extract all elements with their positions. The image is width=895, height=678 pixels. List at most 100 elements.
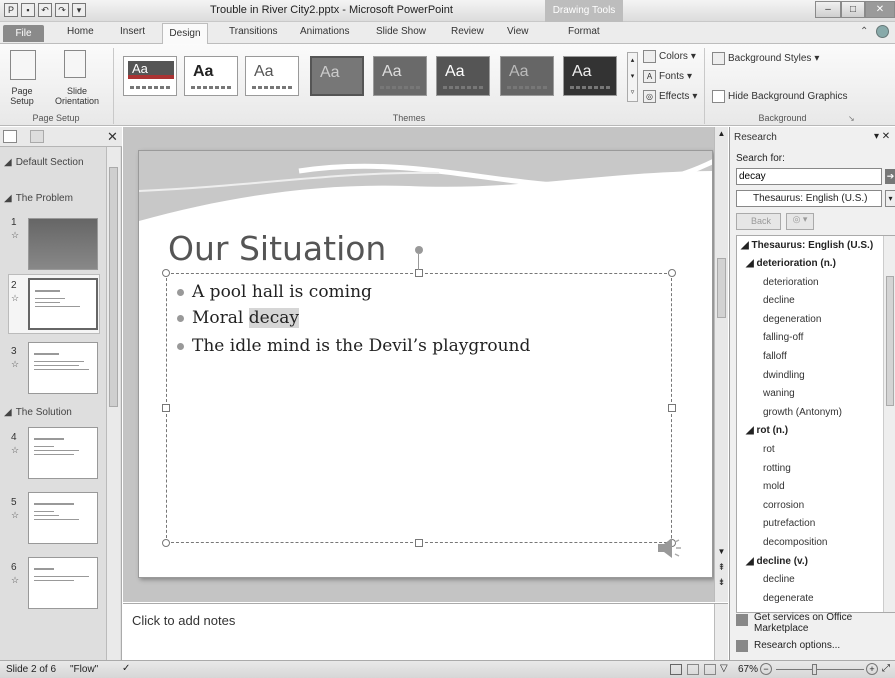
zoom-level[interactable]: 67% [738,664,758,675]
slide-thumbnail-4[interactable] [28,427,98,479]
results-header[interactable]: ◢ Thesaurus: English (U.S.) [741,240,873,251]
slide-orientation-button[interactable]: Slide Orientation [44,86,110,106]
next-slide-icon[interactable]: ⇟ [715,577,728,588]
page-setup-button[interactable]: Page Setup [0,86,44,106]
section-the-solution[interactable]: ◢ The Solution [4,407,72,418]
dialog-launcher-icon[interactable]: ↘ [848,114,855,123]
zoom-slider-thumb[interactable] [812,664,817,675]
result-group-header[interactable]: ◢ deterioration (n.) [746,258,836,269]
slide-scrollbar[interactable]: ▲ ▼ ⇞ ⇟ [714,127,728,602]
result-item[interactable]: growth (Antonym) [763,407,842,418]
theme-8[interactable]: Aa [563,56,617,96]
result-item[interactable]: rot [763,444,775,455]
result-item[interactable]: corrosion [763,500,804,511]
tab-slide-show[interactable]: Slide Show [372,26,430,37]
highlighted-word[interactable]: decay [248,308,299,328]
zoom-slider[interactable] [776,669,864,670]
slides-panel-scrollbar[interactable] [106,147,120,660]
colors-button[interactable]: Colors ▾ [643,50,696,63]
notes-placeholder[interactable]: Click to add notes [132,613,235,628]
chevron-down-icon[interactable]: ▾ [885,190,895,207]
slide-thumbnail-1[interactable] [28,218,98,270]
hide-background-graphics-checkbox[interactable]: Hide Background Graphics [712,90,848,103]
forward-button[interactable]: ◎ ▾ [786,213,814,230]
zoom-out-icon[interactable]: − [760,663,772,675]
theme-flow[interactable]: Aa [310,56,364,96]
normal-view-icon[interactable] [670,664,682,675]
minimize-button[interactable]: – [815,1,841,18]
rotation-handle[interactable] [415,246,423,254]
tab-transitions[interactable]: Transitions [225,26,282,37]
slide-thumbnail-3[interactable] [28,342,98,394]
section-the-problem[interactable]: ◢ The Problem [4,193,73,204]
tab-review[interactable]: Review [447,26,488,37]
tab-file[interactable]: File [3,25,44,42]
result-item[interactable]: decline [763,574,795,585]
fonts-button[interactable]: A Fonts ▾ [643,70,692,83]
result-group-header[interactable]: ◢ decline (v.) [746,556,808,567]
customize-toolbar-icon[interactable]: ▾ [72,3,86,17]
notes-scrollbar[interactable] [714,604,728,661]
theme-7[interactable]: Aa [500,56,554,96]
resize-handle[interactable] [415,539,423,547]
slide-thumbnail-5[interactable] [28,492,98,544]
tab-insert[interactable]: Insert [116,26,149,37]
resize-handle[interactable] [668,404,676,412]
result-item[interactable]: deterioration [763,277,819,288]
research-pane-options-icon[interactable]: ▾ ✕ [874,131,890,142]
theme-6[interactable]: Aa [436,56,490,96]
scroll-thumb[interactable] [717,258,726,318]
slide-thumbnail-6[interactable] [28,557,98,609]
spellcheck-icon[interactable]: ✓ [122,663,130,674]
outline-tab-icon[interactable] [30,130,44,143]
tab-format[interactable]: Format [564,26,604,37]
resize-handle[interactable] [668,269,676,277]
save-icon[interactable]: ▪ [21,3,35,17]
close-button[interactable]: ✕ [865,1,895,18]
background-styles-button[interactable]: Background Styles ▾ [712,52,819,65]
powerpoint-app-icon[interactable]: P [4,3,18,17]
zoom-in-icon[interactable]: + [866,663,878,675]
help-icon[interactable] [876,25,889,38]
slide-thumbnail-2[interactable] [28,278,98,330]
result-item[interactable]: mold [763,481,785,492]
minimize-ribbon-icon[interactable]: ⌃ [860,26,868,37]
tab-view[interactable]: View [503,26,533,37]
slide-sorter-icon[interactable] [687,664,699,675]
effects-button[interactable]: ◎ Effects ▾ [643,90,697,103]
search-input[interactable] [736,168,882,185]
slides-tab-icon[interactable] [3,130,17,143]
tab-design[interactable]: Design [162,23,208,45]
result-item[interactable]: waning [763,388,795,399]
tab-home[interactable]: Home [63,26,98,37]
previous-slide-icon[interactable]: ⇞ [715,562,728,573]
research-options-link[interactable]: Research options... [754,640,840,651]
result-item[interactable]: degenerate [763,593,814,604]
result-item[interactable]: falloff [763,351,787,362]
maximize-button[interactable]: □ [841,1,865,18]
resize-handle[interactable] [162,404,170,412]
resize-handle[interactable] [162,539,170,547]
theme-office[interactable]: Aa [123,56,177,96]
theme-3[interactable]: Aa [245,56,299,96]
result-item[interactable]: falling-off [763,332,803,343]
slide-canvas[interactable]: Our Situation A pool hall is coming Mora… [138,150,713,578]
result-item[interactable]: decline [763,295,795,306]
result-item[interactable]: rotting [763,463,791,474]
theme-5[interactable]: Aa [373,56,427,96]
sound-icon[interactable] [654,534,682,562]
start-search-icon[interactable]: ➔ [885,169,895,184]
result-item[interactable]: degeneration [763,314,821,325]
results-scrollbar[interactable] [883,236,895,612]
slide-title[interactable]: Our Situation [168,229,386,268]
content-placeholder[interactable]: A pool hall is coming Moral decay The id… [166,273,672,543]
reference-source-select[interactable]: Thesaurus: English (U.S.) [736,190,882,207]
reading-view-icon[interactable] [704,664,716,675]
result-group-header[interactable]: ◢ rot (n.) [746,425,788,436]
get-services-link[interactable]: Get services on Office Marketplace [754,612,889,634]
section-default[interactable]: ◢ Default Section [4,157,84,168]
back-button[interactable]: Back [736,213,781,230]
fit-to-window-icon[interactable]: ⤢ [882,663,890,674]
resize-handle[interactable] [415,269,423,277]
notes-pane[interactable]: Click to add notes [123,603,728,661]
